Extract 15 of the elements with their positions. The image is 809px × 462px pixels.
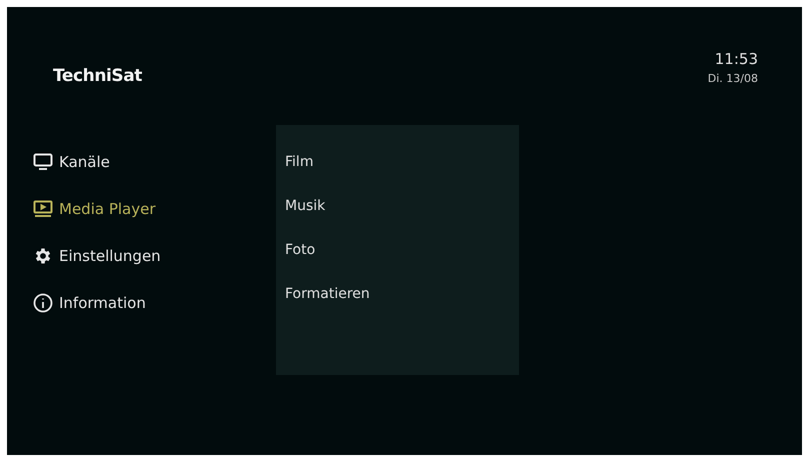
brand-logo: TechniSat	[53, 65, 142, 88]
info-icon	[33, 293, 53, 313]
submenu-item[interactable]: Foto	[285, 237, 519, 263]
play-screen-icon	[33, 200, 53, 218]
clock-time: 11:53	[714, 50, 758, 69]
settings-icon	[33, 246, 53, 266]
submenu-item[interactable]: Film	[285, 149, 519, 175]
submenu-item[interactable]: Musik	[285, 193, 519, 219]
menu-item[interactable]: Media Player	[33, 196, 276, 222]
menu-item[interactable]: Einstellungen	[33, 243, 276, 269]
submenu-item[interactable]: Formatieren	[285, 281, 519, 307]
clock-date: Di. 13/08	[708, 72, 758, 86]
tv-icon	[33, 153, 53, 171]
menu-item[interactable]: Information	[33, 290, 276, 316]
menu-item[interactable]: Kanäle	[33, 149, 276, 175]
